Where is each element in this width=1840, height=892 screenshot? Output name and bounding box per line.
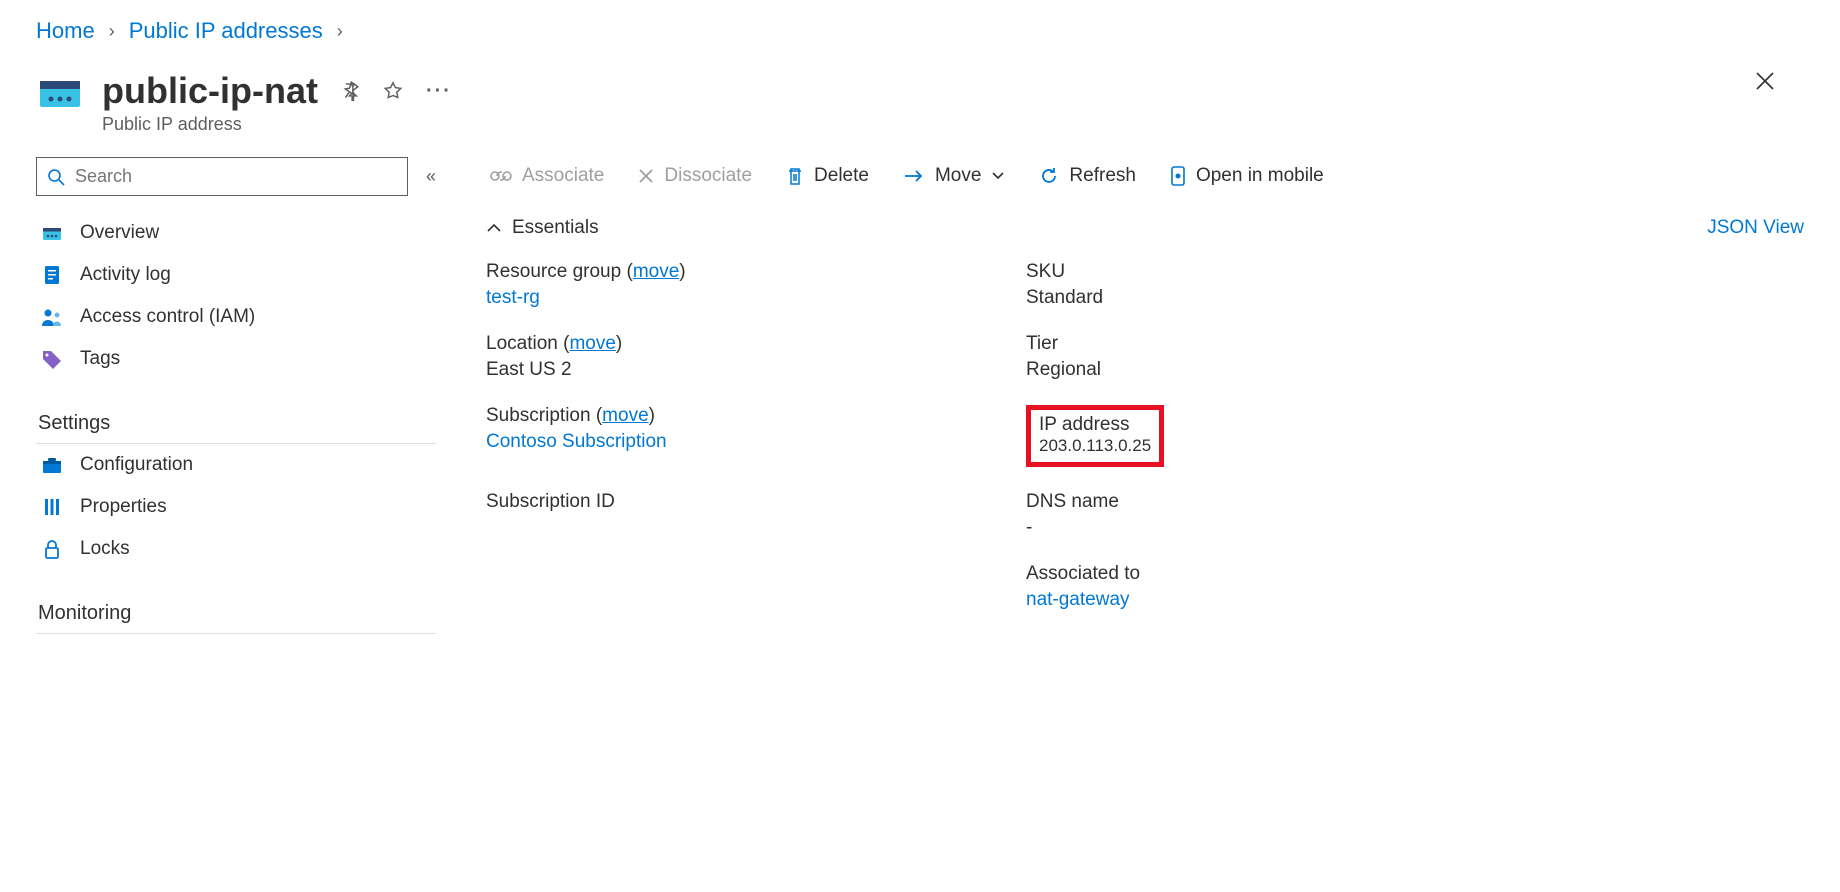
collapse-sidebar-icon[interactable]: «	[426, 166, 436, 187]
breadcrumb: Home › Public IP addresses ›	[0, 0, 1840, 52]
prop-value-tier: Regional	[1026, 359, 1804, 381]
sidebar-heading-monitoring: Monitoring	[36, 584, 436, 634]
more-icon[interactable]: ···	[426, 80, 452, 103]
overview-icon	[40, 222, 64, 244]
refresh-icon	[1039, 166, 1059, 186]
delete-button[interactable]: Delete	[786, 165, 869, 187]
resource-group-link[interactable]: test-rg	[486, 287, 540, 308]
toolbar-label: Refresh	[1069, 165, 1136, 187]
sidebar-item-activity-log[interactable]: Activity log	[36, 254, 436, 296]
move-link[interactable]: move	[633, 261, 679, 282]
open-mobile-button[interactable]: Open in mobile	[1170, 165, 1324, 187]
sidebar-item-locks[interactable]: Locks	[36, 528, 436, 570]
sidebar-item-label: Locks	[80, 538, 130, 560]
essentials-label: Essentials	[512, 217, 599, 239]
prop-value-ip: 203.0.113.0.25	[1039, 436, 1151, 456]
prop-label-resource-group: Resource group (move)	[486, 261, 986, 283]
sidebar-item-label: Configuration	[80, 454, 193, 476]
star-icon[interactable]	[382, 80, 404, 102]
trash-icon	[786, 166, 804, 186]
associate-button[interactable]: Associate	[490, 165, 604, 187]
page-header: public-ip-nat ··· Public IP address	[0, 52, 1840, 135]
prop-label-sku: SKU	[1026, 261, 1804, 283]
essentials-grid: Resource group (move) test-rg SKU Standa…	[486, 251, 1804, 621]
link-icon	[490, 167, 512, 185]
breadcrumb-home[interactable]: Home	[36, 18, 95, 44]
sidebar-item-label: Overview	[80, 222, 159, 244]
sidebar-heading-settings: Settings	[36, 394, 436, 444]
toolbar-label: Dissociate	[664, 165, 752, 187]
prop-label-subscription-id: Subscription ID	[486, 491, 986, 513]
main-panel: Associate Dissociate Delete Move	[486, 157, 1840, 634]
activity-log-icon	[40, 264, 64, 286]
subscription-link[interactable]: Contoso Subscription	[486, 431, 667, 452]
toolbar-label: Associate	[522, 165, 604, 187]
search-input[interactable]	[75, 166, 397, 187]
move-link[interactable]: move	[602, 405, 648, 426]
prop-value-dns: -	[1026, 517, 1804, 539]
x-icon	[638, 168, 654, 184]
search-icon	[47, 168, 65, 186]
locks-icon	[40, 538, 64, 560]
close-button[interactable]	[1754, 70, 1804, 92]
prop-label-associated: Associated to	[1026, 563, 1804, 585]
prop-label-tier: Tier	[1026, 333, 1804, 355]
essentials-toggle[interactable]: Essentials	[486, 217, 599, 239]
prop-label-location: Location (move)	[486, 333, 986, 355]
sidebar-item-access-control[interactable]: Access control (IAM)	[36, 296, 436, 338]
properties-icon	[40, 497, 64, 517]
refresh-button[interactable]: Refresh	[1039, 165, 1136, 187]
page-title: public-ip-nat	[102, 70, 318, 112]
sidebar-item-configuration[interactable]: Configuration	[36, 444, 436, 486]
chevron-down-icon	[991, 171, 1005, 181]
json-view-link[interactable]: JSON View	[1707, 217, 1804, 239]
toolbar-label: Move	[935, 165, 981, 187]
tags-icon	[40, 349, 64, 369]
chevron-up-icon	[486, 223, 502, 233]
associated-link[interactable]: nat-gateway	[1026, 589, 1130, 610]
pin-icon[interactable]	[340, 81, 360, 101]
configuration-icon	[40, 455, 64, 475]
sidebar-item-label: Properties	[80, 496, 167, 518]
prop-label-dns: DNS name	[1026, 491, 1804, 513]
prop-value-sku: Standard	[1026, 287, 1804, 309]
mobile-icon	[1170, 165, 1186, 187]
access-control-icon	[40, 306, 64, 328]
prop-label-subscription: Subscription (move)	[486, 405, 986, 427]
sidebar: « Overview Activity log Access control (…	[36, 157, 436, 634]
page-subtitle: Public IP address	[102, 114, 452, 135]
sidebar-item-properties[interactable]: Properties	[36, 486, 436, 528]
sidebar-item-tags[interactable]: Tags	[36, 338, 436, 380]
chevron-right-icon: ›	[109, 21, 115, 42]
prop-label-ip: IP address	[1039, 414, 1151, 436]
public-ip-icon	[36, 70, 84, 118]
sidebar-item-label: Tags	[80, 348, 120, 370]
toolbar-label: Delete	[814, 165, 869, 187]
toolbar: Associate Dissociate Delete Move	[486, 157, 1804, 207]
move-link[interactable]: move	[569, 333, 615, 354]
ip-address-highlight: IP address 203.0.113.0.25	[1026, 405, 1164, 467]
breadcrumb-parent[interactable]: Public IP addresses	[129, 18, 323, 44]
move-button[interactable]: Move	[903, 165, 1005, 187]
toolbar-label: Open in mobile	[1196, 165, 1324, 187]
sidebar-item-label: Activity log	[80, 264, 171, 286]
chevron-right-icon: ›	[337, 21, 343, 42]
prop-value-location: East US 2	[486, 359, 986, 381]
sidebar-item-overview[interactable]: Overview	[36, 212, 436, 254]
sidebar-item-label: Access control (IAM)	[80, 306, 255, 328]
search-input-wrapper[interactable]	[36, 157, 408, 196]
arrow-right-icon	[903, 168, 925, 184]
dissociate-button[interactable]: Dissociate	[638, 165, 752, 187]
